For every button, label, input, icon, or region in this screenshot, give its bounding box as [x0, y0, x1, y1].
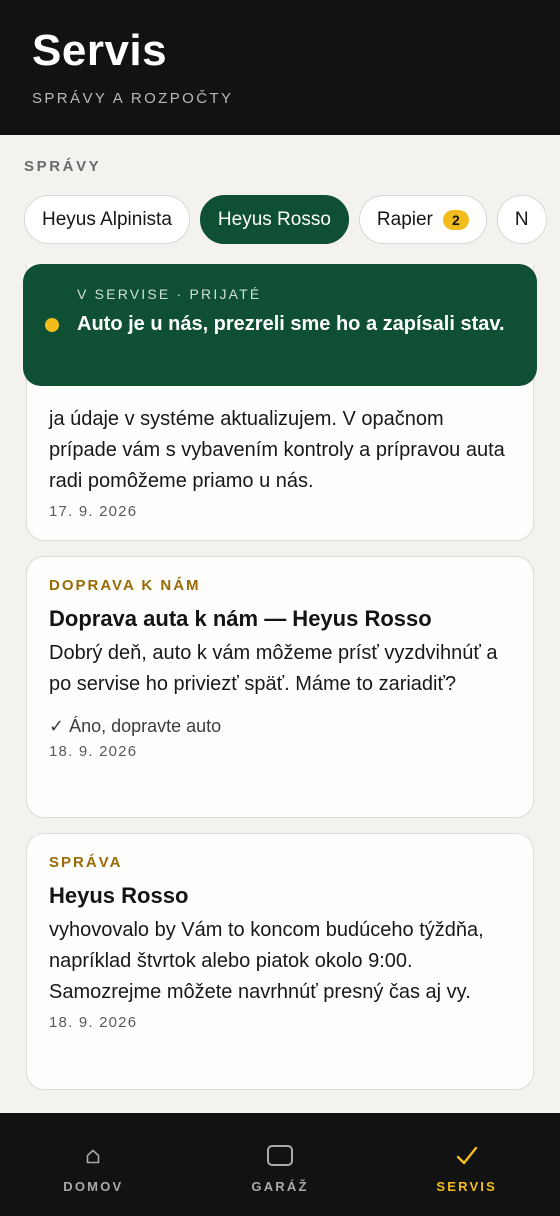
message-body: Dobrý deň, auto k vám môžeme prísť vyzdv… [49, 642, 498, 695]
app-header: Servis SPRÁVY A ROZPOČTY [0, 0, 560, 135]
message-date: 17. 9. 2026 [49, 503, 138, 520]
status-dot-icon [45, 318, 59, 332]
status-text: Auto je u nás, prezreli sme ho a zapísal… [77, 313, 505, 335]
nav-item-garaz[interactable]: GARÁŽ [187, 1113, 374, 1216]
nav-item-domov[interactable]: DOMOV [0, 1113, 187, 1216]
message-list[interactable]: ja údaje v systéme aktualizujem. V opačn… [0, 264, 560, 1113]
message-tag: SPRÁVA [49, 854, 123, 871]
message-card[interactable]: DOPRAVA K NÁM Doprava auta k nám — Heyus… [26, 556, 534, 818]
message-date: 18. 9. 2026 [49, 1014, 138, 1031]
message-body: ja údaje v systéme aktualizujem. V opačn… [49, 408, 505, 492]
tab-label: Heyus Rosso [217, 208, 331, 230]
tab-label: N [514, 208, 529, 230]
message-body: vyhovovalo by Vám to koncom budúceho týž… [49, 919, 484, 1003]
nav-label: SERVIS [436, 1179, 497, 1194]
tab-more-vehicle[interactable]: N [496, 195, 547, 244]
nav-label: DOMOV [63, 1179, 124, 1194]
garage-icon [266, 1143, 294, 1169]
message-reply: ✓ Áno, dopravte auto [49, 716, 222, 736]
tab-heyus-alpinista[interactable]: Heyus Alpinista [24, 195, 190, 244]
vehicle-tabs: Heyus Alpinista Heyus Rosso Rapier 2 N [24, 195, 560, 245]
bottom-nav: DOMOV GARÁŽ SERVIS [0, 1113, 560, 1216]
message-title: Heyus Rosso [49, 883, 189, 908]
tab-rapier[interactable]: Rapier 2 [358, 195, 487, 244]
unread-badge: 2 [442, 209, 469, 230]
message-date: 18. 9. 2026 [49, 743, 138, 760]
status-kicker: V SERVISE · PRIJATÉ [77, 286, 262, 302]
nav-label: GARÁŽ [251, 1179, 309, 1194]
message-title: Doprava auta k nám — Heyus Rosso [49, 606, 432, 631]
check-icon [456, 1143, 478, 1169]
tab-label: Rapier [376, 208, 433, 230]
home-icon [85, 1143, 101, 1169]
page-title: Servis [32, 26, 168, 75]
section-label: SPRÁVY [24, 158, 102, 175]
tab-label: Heyus Alpinista [42, 208, 172, 230]
message-card[interactable]: SPRÁVA Heyus Rosso vyhovovalo by Vám to … [26, 833, 534, 1090]
nav-item-servis[interactable]: SERVIS [373, 1113, 560, 1216]
page-subtitle: SPRÁVY A ROZPOČTY [32, 90, 234, 107]
status-banner[interactable]: V SERVISE · PRIJATÉ Auto je u nás, prezr… [23, 264, 537, 386]
tab-heyus-rosso[interactable]: Heyus Rosso [199, 195, 349, 244]
message-tag: DOPRAVA K NÁM [49, 577, 201, 594]
